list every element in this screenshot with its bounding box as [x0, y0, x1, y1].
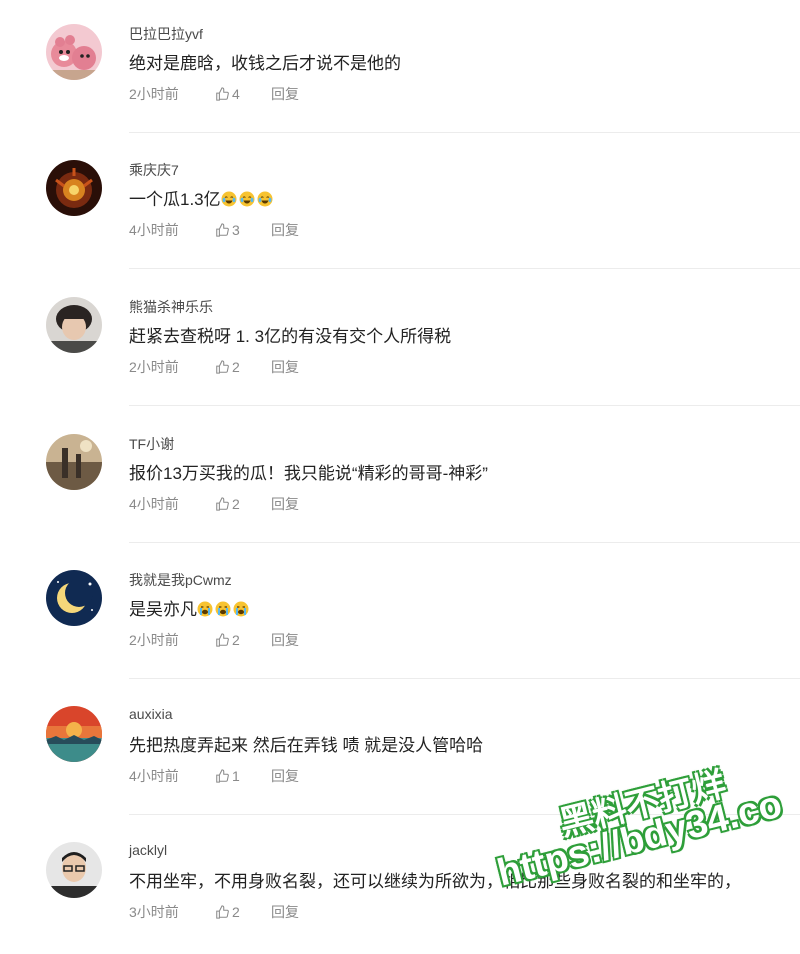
crying-laughing-emoji-icon — [257, 191, 273, 207]
comment-meta: 4小时前 2 回复 — [129, 494, 299, 514]
comment-time: 2小时前 — [129, 632, 179, 648]
comment-time: 2小时前 — [129, 359, 179, 375]
like-button[interactable]: 3 — [215, 222, 271, 238]
comment-text-body: 一个瓜1.3亿 — [129, 190, 221, 209]
comment-time: 4小时前 — [129, 222, 179, 238]
like-count: 1 — [232, 768, 240, 784]
username[interactable]: auxixia — [129, 706, 173, 722]
crying-face-emoji-icon — [215, 601, 231, 617]
comment-text-body: 赶紧去查税呀 1. 3亿的有没有交个人所得税 — [129, 327, 452, 346]
reply-button[interactable]: 回复 — [271, 494, 299, 514]
comment-meta: 4小时前 3 回复 — [129, 220, 299, 240]
thumbs-up-icon — [216, 497, 229, 511]
comment-meta: 2小时前 2 回复 — [129, 630, 299, 650]
like-count: 2 — [232, 904, 240, 920]
username[interactable]: 乘庆庆7 — [129, 160, 179, 180]
like-count: 2 — [232, 359, 240, 375]
comment-meta: 4小时前 1 回复 — [129, 766, 299, 786]
reply-button[interactable]: 回复 — [271, 220, 299, 240]
avatar[interactable] — [46, 842, 102, 898]
divider — [129, 405, 800, 406]
comment-item: auxixia 先把热度弄起来 然后在弄钱 啧 就是没人管哈哈 4小时前 1 回… — [0, 682, 800, 818]
avatar[interactable] — [46, 434, 102, 490]
comment-meta: 2小时前 2 回复 — [129, 357, 299, 377]
avatar[interactable] — [46, 297, 102, 353]
avatar[interactable] — [46, 570, 102, 626]
comment-item: 乘庆庆7 一个瓜1.3亿 4小时前 3 回复 — [0, 136, 800, 272]
comment-text: 赶紧去查税呀 1. 3亿的有没有交个人所得税 — [129, 322, 451, 347]
comment-text: 绝对是鹿晗，收钱之后才说不是他的 — [129, 49, 401, 74]
username[interactable]: TF小谢 — [129, 434, 174, 454]
like-button[interactable]: 2 — [215, 359, 271, 375]
like-count: 3 — [232, 222, 240, 238]
comment-item: 巴拉巴拉yvf 绝对是鹿晗，收钱之后才说不是他的 2小时前 4 回复 — [0, 0, 800, 136]
username[interactable]: 巴拉巴拉yvf — [129, 24, 203, 44]
comment-time: 4小时前 — [129, 496, 179, 512]
thumbs-up-icon — [216, 360, 229, 374]
like-button[interactable]: 2 — [215, 904, 271, 920]
reply-button[interactable]: 回复 — [271, 766, 299, 786]
reply-button[interactable]: 回复 — [271, 902, 299, 922]
crying-face-emoji-icon — [197, 601, 213, 617]
thumbs-up-icon — [216, 633, 229, 647]
comment-text-body: 绝对是鹿晗，收钱之后才说不是他的 — [129, 54, 401, 73]
comment-text-body: 不用坐牢，不用身败名裂，还可以继续为所欲为，相比那些身败名裂的和坐牢的， — [129, 872, 741, 891]
comment-time: 4小时前 — [129, 768, 179, 784]
avatar[interactable] — [46, 706, 102, 762]
comment-item: 熊猫杀神乐乐 赶紧去查税呀 1. 3亿的有没有交个人所得税 2小时前 2 回复 — [0, 273, 800, 409]
comment-text: 是吴亦凡 — [129, 595, 251, 620]
reply-button[interactable]: 回复 — [271, 84, 299, 104]
comment-text-body: 报价13万买我的瓜！我只能说“精彩的哥哥-神彩” — [129, 464, 488, 483]
comment-text-body: 是吴亦凡 — [129, 600, 197, 619]
username[interactable]: 熊猫杀神乐乐 — [129, 297, 213, 317]
crying-laughing-emoji-icon — [239, 191, 255, 207]
reply-button[interactable]: 回复 — [271, 357, 299, 377]
comment-text: 报价13万买我的瓜！我只能说“精彩的哥哥-神彩” — [129, 459, 488, 484]
crying-laughing-emoji-icon — [221, 191, 237, 207]
divider — [129, 678, 800, 679]
like-count: 4 — [232, 86, 240, 102]
divider — [129, 132, 800, 133]
comment-item: TF小谢 报价13万买我的瓜！我只能说“精彩的哥哥-神彩” 4小时前 2 回复 — [0, 410, 800, 546]
reply-button[interactable]: 回复 — [271, 630, 299, 650]
comment-time: 3小时前 — [129, 904, 179, 920]
thumbs-up-icon — [216, 223, 229, 237]
like-count: 2 — [232, 632, 240, 648]
like-button[interactable]: 4 — [215, 86, 271, 102]
comment-meta: 2小时前 4 回复 — [129, 84, 299, 104]
username[interactable]: 我就是我pCwmz — [129, 570, 232, 590]
comment-text: 先把热度弄起来 然后在弄钱 啧 就是没人管哈哈 — [129, 731, 483, 756]
like-button[interactable]: 2 — [215, 496, 271, 512]
comment-text: 一个瓜1.3亿 — [129, 185, 275, 210]
comment-meta: 3小时前 2 回复 — [129, 902, 299, 922]
comment-text-body: 先把热度弄起来 然后在弄钱 啧 就是没人管哈哈 — [129, 736, 484, 755]
username[interactable]: jacklyl — [129, 842, 167, 858]
like-button[interactable]: 1 — [215, 768, 271, 784]
like-button[interactable]: 2 — [215, 632, 271, 648]
divider — [129, 814, 800, 815]
avatar[interactable] — [46, 160, 102, 216]
like-count: 2 — [232, 496, 240, 512]
comment-time: 2小时前 — [129, 86, 179, 102]
comment-item: 我就是我pCwmz 是吴亦凡 2小时前 2 回复 — [0, 546, 800, 682]
comment-item: jacklyl 不用坐牢，不用身败名裂，还可以继续为所欲为，相比那些身败名裂的和… — [0, 818, 800, 954]
thumbs-up-icon — [216, 905, 229, 919]
divider — [129, 268, 800, 269]
thumbs-up-icon — [216, 769, 229, 783]
avatar[interactable] — [46, 24, 102, 80]
thumbs-up-icon — [216, 87, 229, 101]
crying-face-emoji-icon — [233, 601, 249, 617]
divider — [129, 542, 800, 543]
comment-text: 不用坐牢，不用身败名裂，还可以继续为所欲为，相比那些身败名裂的和坐牢的， — [129, 867, 741, 892]
